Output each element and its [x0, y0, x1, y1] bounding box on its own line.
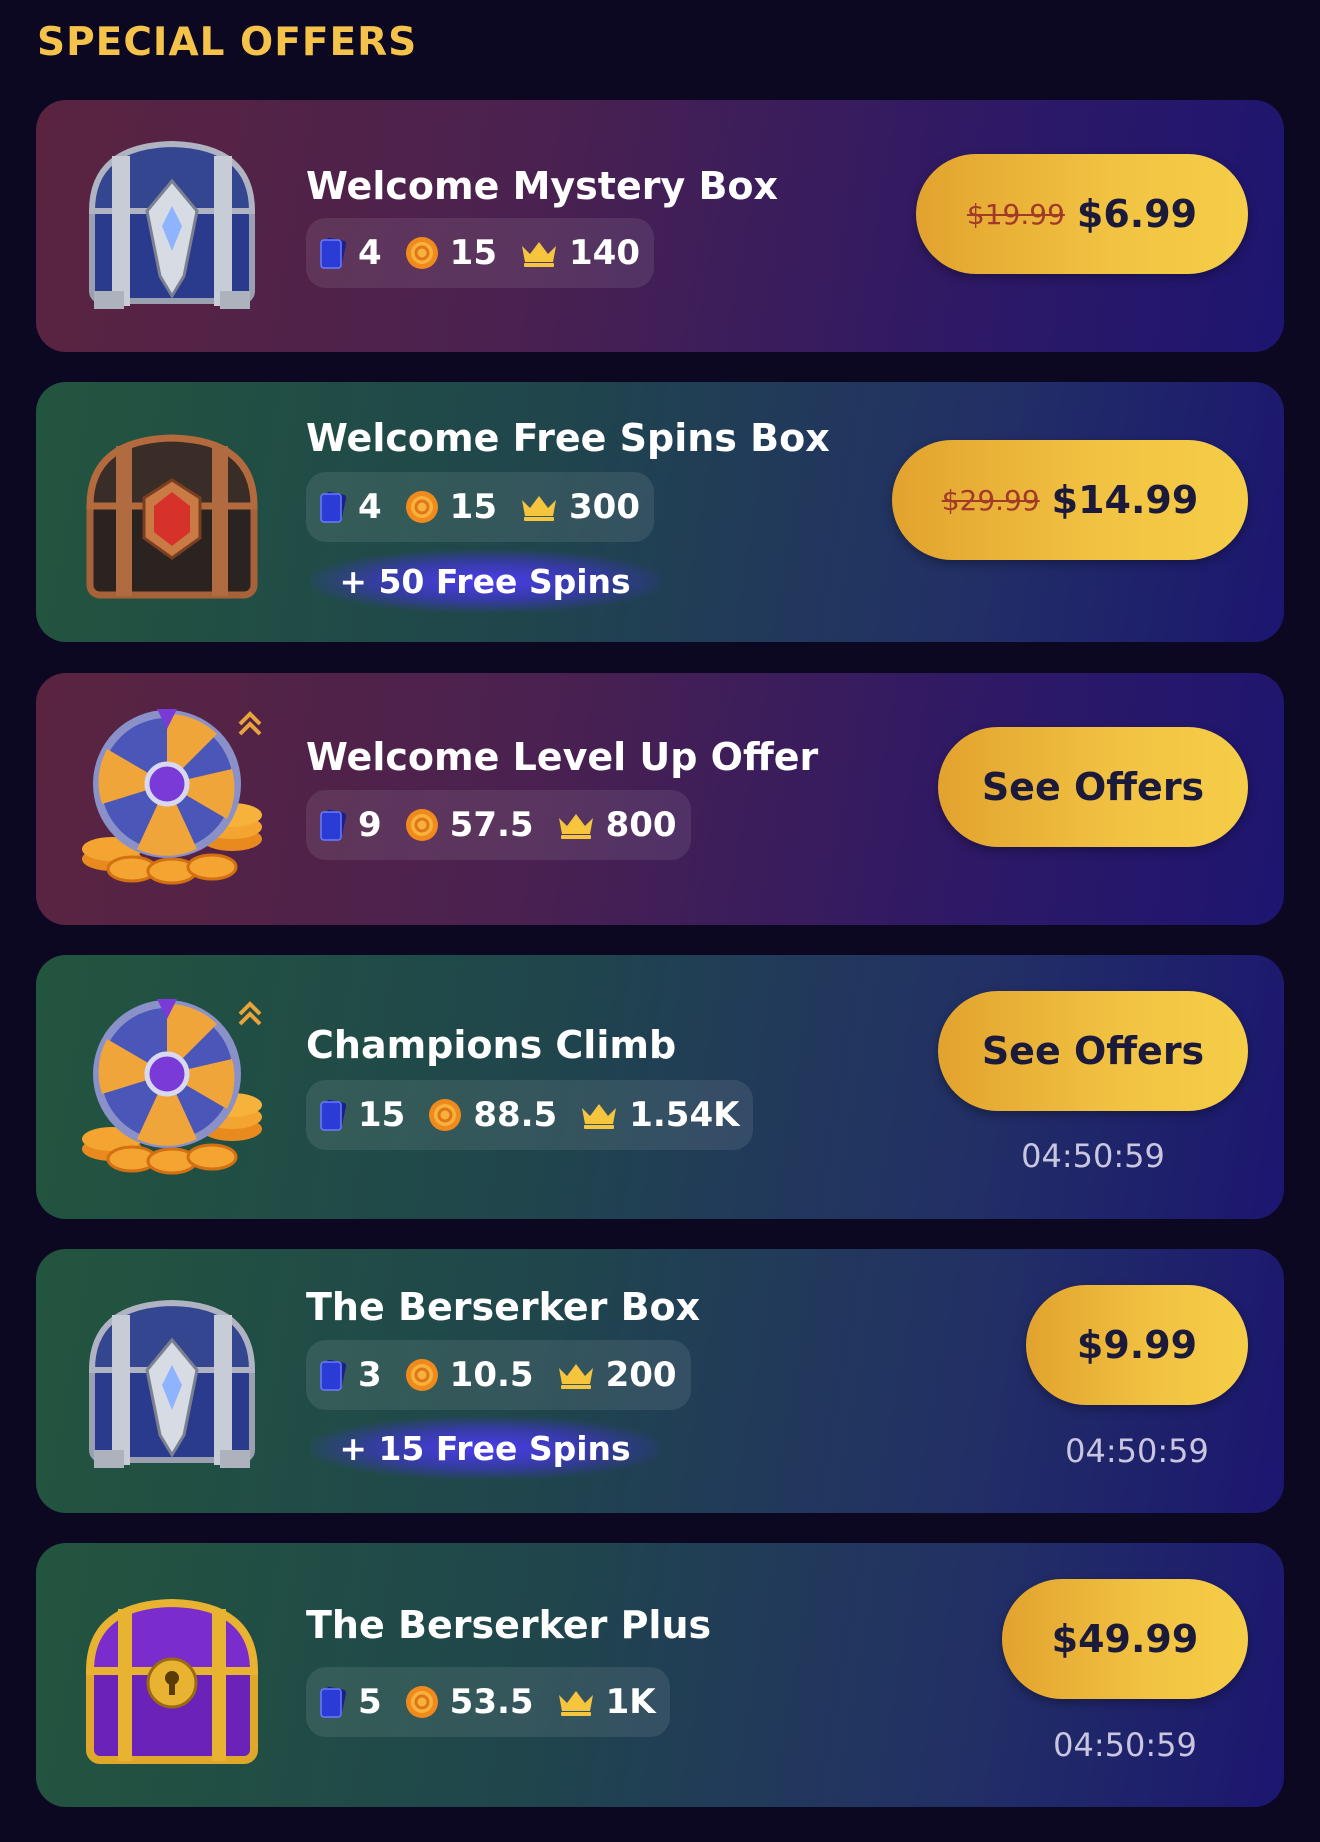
free-spins-badge: + 15 Free Spins: [310, 1417, 660, 1479]
berserker-plus-chest-icon: [72, 1583, 272, 1773]
see-offers-button[interactable]: See Offers: [938, 727, 1248, 847]
offer-title: Welcome Free Spins Box: [306, 416, 830, 460]
berserker-box-chest-icon: [72, 1285, 272, 1475]
crowns-count: 300: [569, 487, 640, 527]
offer-rewards: 3 10.5 200: [306, 1340, 691, 1410]
coin-icon: [404, 1684, 440, 1720]
wheel-coins-icon: [72, 999, 272, 1189]
coins-count: 53.5: [449, 1682, 534, 1722]
cards-count: 5: [358, 1682, 382, 1722]
section-title: SPECIAL OFFERS: [37, 20, 418, 65]
cards-count: 4: [358, 487, 382, 527]
offer-card-welcome-free-spins-box[interactable]: Welcome Free Spins Box 4 15 300 + 50 Fre…: [36, 382, 1284, 642]
cards-count: 3: [358, 1355, 382, 1395]
card-icon: [318, 1357, 348, 1393]
sale-price: $14.99: [1051, 478, 1199, 522]
offer-rewards: 9 57.5 800: [306, 790, 691, 860]
coins-count: 57.5: [449, 805, 534, 845]
mystery-box-chest-icon: [72, 126, 272, 316]
original-price: $19.99: [966, 197, 1065, 231]
crown-icon: [519, 238, 559, 268]
offer-title: Welcome Mystery Box: [306, 164, 779, 208]
crown-icon: [519, 492, 559, 522]
coin-icon: [404, 807, 440, 843]
cards-count: 9: [358, 805, 382, 845]
offer-card-berserker-plus[interactable]: The Berserker Plus 5 53.5 1K $49.99 04:5…: [36, 1543, 1284, 1807]
buy-button[interactable]: $49.99: [1002, 1579, 1248, 1699]
coins-count: 10.5: [449, 1355, 534, 1395]
offer-card-welcome-level-up-offer[interactable]: Welcome Level Up Offer 9 57.5 800 See Of…: [36, 673, 1284, 925]
offer-rewards: 4 15 140: [306, 218, 654, 288]
offer-title: The Berserker Box: [306, 1285, 701, 1329]
coin-icon: [404, 1357, 440, 1393]
crown-icon: [556, 1360, 596, 1390]
card-icon: [318, 1097, 348, 1133]
crowns-count: 1.54K: [629, 1095, 740, 1135]
crowns-count: 200: [605, 1355, 677, 1395]
offer-title: Champions Climb: [306, 1023, 677, 1067]
cards-count: 4: [358, 233, 382, 273]
see-offers-button[interactable]: See Offers: [938, 991, 1248, 1111]
coins-count: 15: [449, 233, 497, 273]
coin-icon: [427, 1097, 463, 1133]
sale-price: $6.99: [1076, 192, 1198, 236]
crowns-count: 1K: [605, 1682, 656, 1722]
crowns-count: 800: [605, 805, 677, 845]
buy-button[interactable]: $9.99: [1026, 1285, 1248, 1405]
original-price: $29.99: [941, 483, 1040, 517]
offer-title: The Berserker Plus: [306, 1603, 712, 1647]
offer-rewards: 5 53.5 1K: [306, 1667, 670, 1737]
offer-card-welcome-mystery-box[interactable]: Welcome Mystery Box 4 15 140 $19.99 $6.9…: [36, 100, 1284, 352]
card-icon: [318, 489, 348, 525]
coin-icon: [404, 489, 440, 525]
countdown-timer: 04:50:59: [1053, 1726, 1197, 1764]
free-spins-chest-icon: [72, 418, 272, 608]
offer-card-berserker-box[interactable]: The Berserker Box 3 10.5 200 + 15 Free S…: [36, 1249, 1284, 1513]
offer-title: Welcome Level Up Offer: [306, 735, 819, 779]
crowns-count: 140: [569, 233, 640, 273]
cards-count: 15: [358, 1095, 406, 1135]
free-spins-badge: + 50 Free Spins: [310, 550, 660, 612]
crown-icon: [556, 1687, 596, 1717]
crown-icon: [556, 810, 596, 840]
card-icon: [318, 1684, 348, 1720]
offer-card-champions-climb[interactable]: Champions Climb 15 88.5 1.54K See Offers…: [36, 955, 1284, 1219]
coins-count: 15: [449, 487, 497, 527]
coins-count: 88.5: [473, 1095, 558, 1135]
buy-button[interactable]: $19.99 $6.99: [916, 154, 1248, 274]
wheel-coins-icon: [72, 709, 272, 899]
buy-button[interactable]: $29.99 $14.99: [892, 440, 1248, 560]
crown-icon: [579, 1100, 619, 1130]
countdown-timer: 04:50:59: [1065, 1432, 1209, 1470]
offer-rewards: 15 88.5 1.54K: [306, 1080, 754, 1150]
offer-rewards: 4 15 300: [306, 472, 654, 542]
card-icon: [318, 235, 348, 271]
coin-icon: [404, 235, 440, 271]
countdown-timer: 04:50:59: [1021, 1137, 1165, 1175]
card-icon: [318, 807, 348, 843]
